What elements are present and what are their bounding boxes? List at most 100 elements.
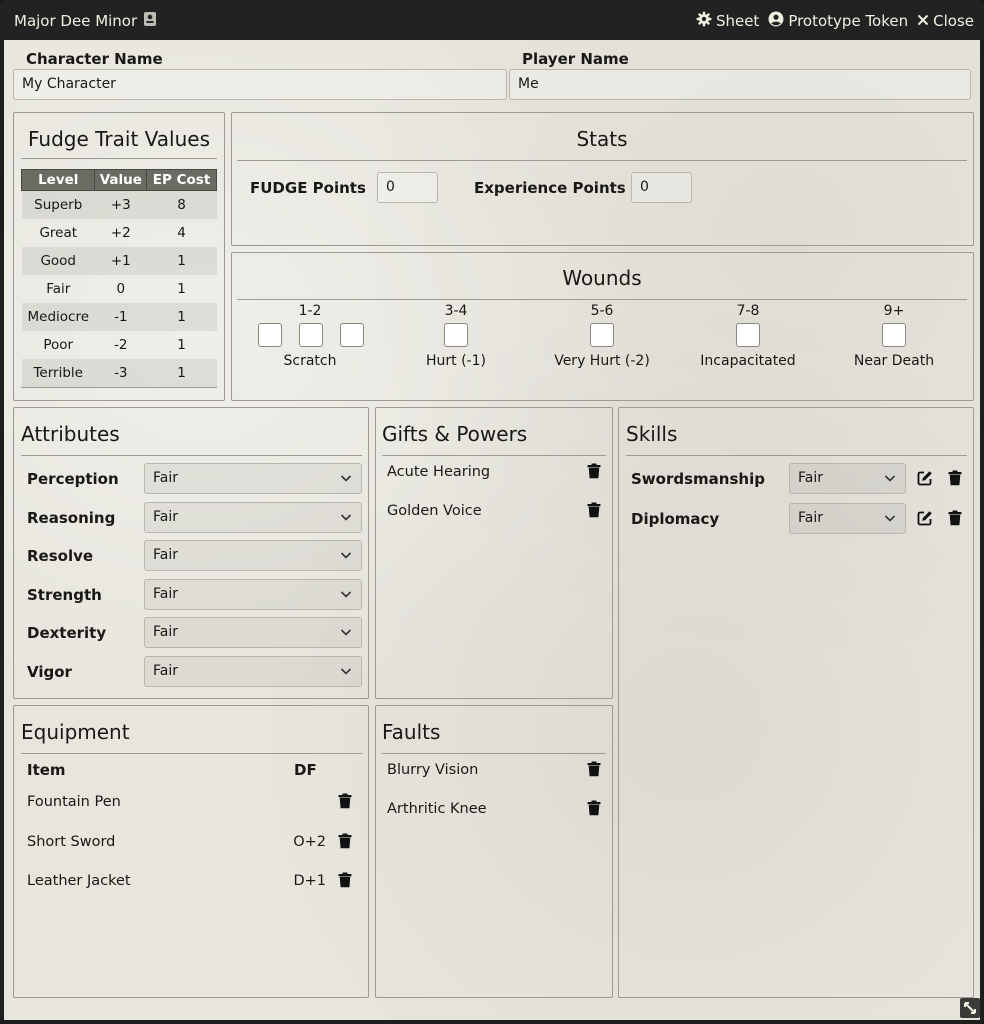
wound-checkbox[interactable] [340,323,364,347]
equipment-item-name: Fountain Pen [27,794,121,810]
stats-panel: Stats FUDGE Points 0 Experience Points 0 [231,112,974,246]
trait-table-row: Terrible -3 1 [21,358,217,387]
attribute-select-value: Fair [153,663,178,679]
player-name-label: Player Name [522,50,629,68]
trait-table-cell: 1 [146,358,217,387]
gifts-powers-panel: Gifts & Powers Acute Hearing Golden Voice [375,407,613,699]
attribute-select[interactable]: Fair [144,501,362,533]
skills-panel: Skills Swordsmanship Fair Diplomacy Fair [618,407,974,998]
attribute-name: Resolve [27,547,94,566]
attributes-heading: Attributes [21,422,362,456]
wound-checkbox[interactable] [590,323,614,347]
trait-values-heading: Fudge Trait Values [21,127,217,159]
skill-select-value: Fair [798,509,823,526]
wound-label: Very Hurt (-2) [554,353,650,369]
trait-table-row: Mediocre -1 1 [21,302,217,331]
trait-table-cell: Poor [43,336,74,353]
attribute-select[interactable]: Fair [144,578,362,610]
wound-range: 1-2 [298,303,322,319]
attribute-select[interactable]: Fair [144,463,362,494]
window-title: Major Dee Minor [14,12,138,30]
window-titlebar[interactable]: Major Dee Minor Sheet Prototype Token Cl… [0,0,984,40]
trait-values-panel: Fudge Trait Values Level Value EP Cost Sup… [13,112,225,401]
skill-level-select[interactable]: Fair [789,502,906,534]
character-name-label: Character Name [26,50,163,68]
trash-icon[interactable] [587,761,601,781]
attribute-name: Reasoning [27,508,116,527]
trait-table-cell: Mediocre [21,302,95,331]
trait-table-cell: 4 [177,224,186,241]
wound-range: 7-8 [736,303,760,319]
trait-table-cell: Good [21,246,95,275]
gift-name: Golden Voice [387,503,482,519]
equipment-item-df: O+2 [293,833,326,850]
trash-icon[interactable] [338,872,352,892]
trait-table-cell: Great [39,224,78,241]
character-name-input[interactable]: My Character [13,69,507,100]
player-name-input[interactable]: Me [509,69,971,100]
resize-icon[interactable] [960,998,980,1018]
trait-table-cell: +1 [94,246,147,275]
prototype-token-button[interactable]: Prototype Token [768,11,908,31]
experience-points-input[interactable]: 0 [631,172,692,203]
attribute-select[interactable]: Fair [144,617,362,649]
edit-icon[interactable] [917,510,933,530]
wound-checkbox[interactable] [736,323,760,347]
wound-label: Hurt (-1) [426,353,486,369]
gear-icon [696,11,712,31]
attribute-select-value: Fair [153,508,178,525]
id-card-icon[interactable] [143,11,157,31]
equipment-item-df: D+1 [293,873,326,889]
wound-range: 5-6 [590,303,614,319]
trait-table-row: Good +1 1 [21,246,217,275]
wound-checkbox[interactable] [299,323,323,347]
attribute-select-value: Fair [153,470,178,486]
user-circle-icon [768,11,784,31]
close-label: Close [933,12,974,30]
attribute-select[interactable]: Fair [144,656,362,687]
equipment-panel: Equipment Item DF Fountain Pen Short Swor… [13,705,369,998]
attribute-select[interactable]: Fair [144,540,362,572]
trash-icon[interactable] [948,510,962,530]
trait-table-row: Fair 0 1 [22,275,217,303]
trait-table-cell: 1 [177,280,186,297]
wound-range: 9+ [883,303,905,319]
fudge-points-input[interactable]: 0 [377,172,438,203]
experience-points-label: Experience Points [474,179,626,197]
trash-icon[interactable] [948,470,962,490]
wound-checkbox[interactable] [882,323,906,347]
edit-icon[interactable] [917,470,933,490]
trait-table-cell: Fair [46,280,71,297]
trait-table-cell: Terrible [21,358,95,387]
trash-icon[interactable] [587,800,601,820]
gift-name: Acute Hearing [387,464,491,480]
attribute-select-value: Fair [153,547,178,564]
trash-icon[interactable] [587,502,601,522]
faults-panel: Faults Blurry Vision Arthritic Knee [375,705,613,998]
wounds-panel: Wounds 1-2 Scratch 3-4 Hurt (-1) 5-6 Very Hur… [231,252,974,401]
wound-range: 3-4 [444,303,468,319]
trait-table-header: EP Cost [146,169,217,191]
attributes-panel: Attributes Perception Fair Reasoning Fair Re… [13,407,369,699]
equipment-df-column: DF [294,761,317,779]
equipment-item-name: Leather Jacket [27,873,131,889]
trash-icon[interactable] [338,833,352,853]
wounds-heading: Wounds [237,266,967,300]
trait-values-table-wrap: Level Value EP Cost Superb +3 8 Great +2 4 Good +… [20,169,217,388]
fault-name: Blurry Vision [387,762,479,778]
skill-level-select[interactable]: Fair [789,463,906,494]
trash-icon[interactable] [338,793,352,813]
sheet-config-button[interactable]: Sheet [696,11,759,31]
prototype-token-label: Prototype Token [788,12,909,30]
trait-table-header: Value [94,169,148,191]
wound-checkbox[interactable] [258,323,282,347]
trait-table-cell: Superb [21,190,95,219]
wound-checkbox[interactable] [444,323,468,347]
close-button[interactable]: Close [917,11,974,31]
attribute-select-value: Fair [153,624,178,641]
attribute-name: Vigor [27,663,72,681]
trait-table-cell: -3 [94,358,147,387]
trash-icon[interactable] [587,463,601,483]
trait-table-row: Great +2 4 [22,219,217,247]
attribute-name: Perception [27,470,119,488]
